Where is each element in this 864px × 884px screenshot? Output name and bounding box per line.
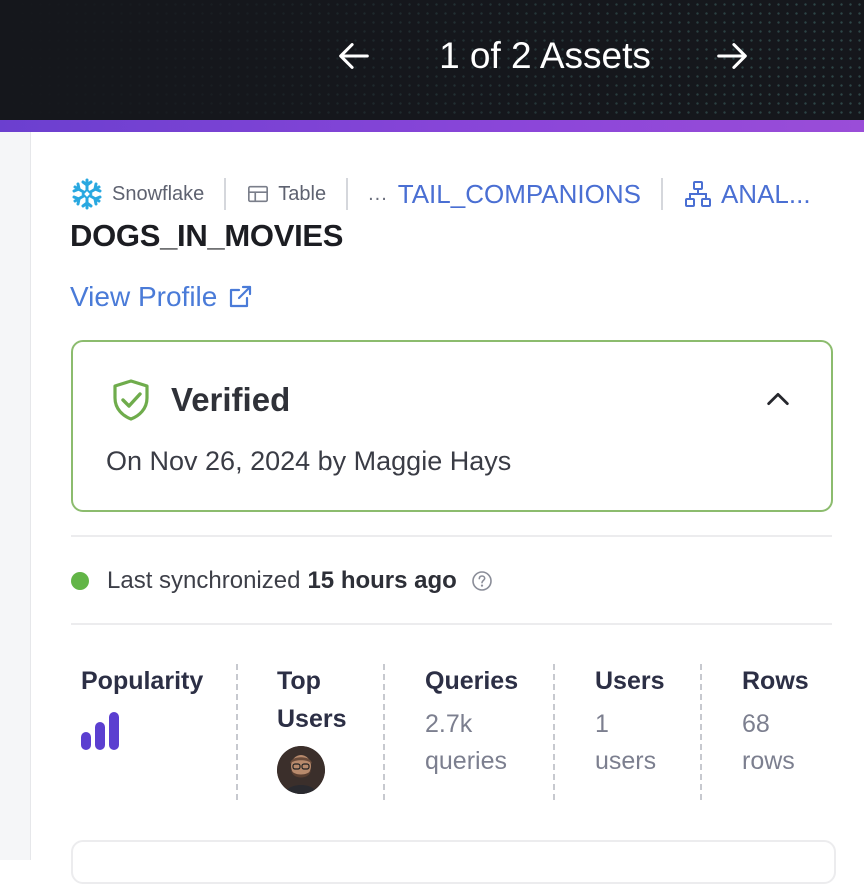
view-profile-label: View Profile bbox=[70, 281, 218, 312]
stat-queries: Queries 2.7k queries bbox=[425, 662, 518, 802]
stat-users-label: Users bbox=[595, 667, 665, 695]
stat-top-users: Top Users bbox=[277, 662, 347, 802]
stat-top-users-label: Top bbox=[277, 667, 321, 695]
header-accent-bar bbox=[0, 120, 864, 132]
breadcrumb-separator bbox=[660, 178, 663, 210]
previous-asset-button[interactable] bbox=[332, 34, 376, 78]
sync-status-label: Last synchronized bbox=[107, 567, 301, 594]
stat-queries-label: Queries bbox=[425, 667, 519, 695]
arrow-right-icon bbox=[717, 43, 747, 69]
stat-users-value: 1 users bbox=[595, 706, 665, 780]
table-icon bbox=[246, 177, 270, 211]
view-profile-link[interactable]: View Profile bbox=[70, 278, 253, 316]
next-asset-button[interactable] bbox=[710, 34, 754, 78]
external-link-icon bbox=[230, 285, 252, 308]
stat-rows-value: 68 rows bbox=[742, 706, 809, 780]
sync-status-time: 15 hours ago bbox=[307, 567, 457, 594]
verification-title: Verified bbox=[171, 381, 291, 418]
verification-details: On Nov 26, 2024 by Maggie Hays bbox=[106, 446, 512, 476]
breadcrumb-container[interactable]: ... TAIL_COMPANIONS bbox=[368, 179, 641, 210]
popularity-bar bbox=[109, 712, 119, 750]
breadcrumb-type-label: Table bbox=[278, 182, 327, 205]
breadcrumb-platform[interactable]: Snowflake bbox=[70, 177, 204, 211]
breadcrumb: Snowflake Table ... TAIL_COMPANIONS ANAL… bbox=[70, 174, 850, 214]
stat-users: Users 1 users bbox=[595, 662, 665, 802]
breadcrumb-type: Table bbox=[246, 177, 326, 211]
popularity-bar bbox=[81, 732, 91, 750]
help-icon[interactable] bbox=[471, 570, 493, 592]
page-title: DOGS_IN_MOVIES bbox=[70, 218, 344, 253]
section-divider bbox=[71, 623, 832, 625]
stat-separator bbox=[553, 664, 555, 800]
asset-stats: Popularity Top Users Queries 2.7k querie… bbox=[71, 662, 832, 802]
breadcrumb-separator bbox=[224, 178, 227, 210]
stat-separator bbox=[383, 664, 385, 800]
snowflake-icon bbox=[70, 177, 104, 211]
stat-rows-label: Rows bbox=[742, 667, 809, 695]
arrow-left-icon bbox=[339, 43, 369, 69]
asset-navigator-header: 1 of 2 Assets bbox=[0, 0, 864, 120]
verification-card: Verified On Nov 26, 2024 by Maggie Hays bbox=[71, 340, 833, 512]
stat-queries-number: 2.7k bbox=[425, 710, 473, 738]
collapse-verification-button[interactable] bbox=[761, 382, 795, 416]
stat-popularity: Popularity bbox=[81, 662, 203, 802]
verified-shield-icon bbox=[113, 379, 149, 421]
avatar[interactable] bbox=[277, 746, 325, 794]
breadcrumb-domain-link[interactable]: ANAL... bbox=[721, 179, 811, 210]
breadcrumb-platform-label: Snowflake bbox=[112, 182, 205, 205]
stat-rows: Rows 68 rows bbox=[742, 662, 809, 802]
breadcrumb-container-link[interactable]: TAIL_COMPANIONS bbox=[398, 179, 641, 210]
section-divider bbox=[71, 535, 832, 537]
breadcrumb-domain[interactable]: ANAL... bbox=[683, 177, 811, 211]
breadcrumb-ellipsis: ... bbox=[368, 182, 388, 205]
sync-status: Last synchronized 15 hours ago bbox=[71, 562, 493, 600]
stat-rows-number: 68 bbox=[742, 710, 770, 738]
stat-top-users-label: Users bbox=[277, 705, 347, 733]
stat-separator bbox=[700, 664, 702, 800]
sync-status-dot bbox=[71, 572, 89, 590]
next-section-card bbox=[71, 840, 836, 884]
asset-counter: 1 of 2 Assets bbox=[439, 35, 651, 76]
left-panel-edge bbox=[0, 132, 31, 860]
chevron-up-icon bbox=[767, 392, 789, 406]
breadcrumb-separator bbox=[346, 178, 349, 210]
hierarchy-icon bbox=[683, 177, 713, 211]
stat-users-number: 1 bbox=[595, 710, 609, 738]
stat-users-unit: users bbox=[595, 747, 657, 775]
stat-popularity-label: Popularity bbox=[81, 667, 204, 695]
stat-separator bbox=[236, 664, 238, 800]
stat-rows-unit: rows bbox=[742, 747, 795, 775]
popularity-bar bbox=[95, 722, 105, 750]
verification-header: Verified bbox=[109, 378, 290, 422]
stat-queries-unit: queries bbox=[425, 747, 507, 775]
popularity-bars bbox=[81, 710, 203, 750]
stat-queries-value: 2.7k queries bbox=[425, 706, 518, 780]
